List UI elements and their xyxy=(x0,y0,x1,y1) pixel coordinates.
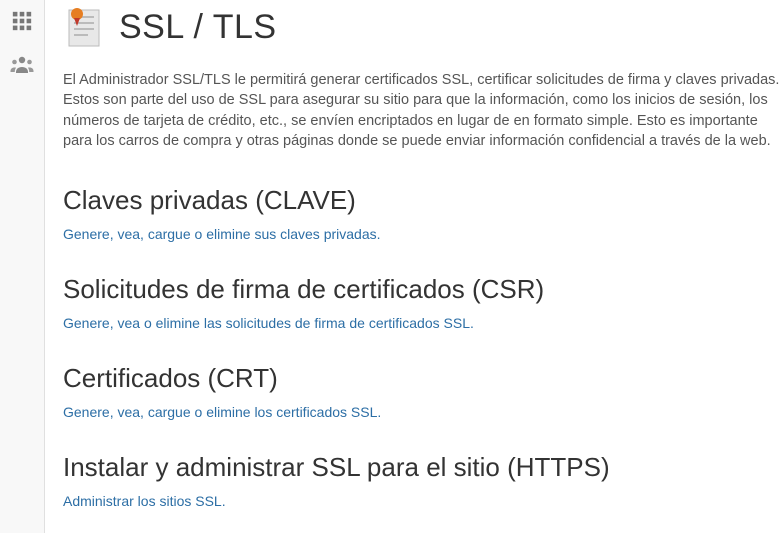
section-heading: Instalar y administrar SSL para el sitio… xyxy=(63,452,783,483)
section-heading: Solicitudes de firma de certificados (CS… xyxy=(63,274,783,305)
ssl-certificate-icon xyxy=(63,6,105,48)
sidebar xyxy=(0,0,45,533)
csr-link[interactable]: Genere, vea o elimine las solicitudes de… xyxy=(63,315,474,331)
section-certificates: Certificados (CRT) Genere, vea, cargue o… xyxy=(63,363,783,422)
certificates-link[interactable]: Genere, vea, cargue o elimine los certif… xyxy=(63,404,381,420)
page-title: SSL / TLS xyxy=(119,8,277,47)
section-private-keys: Claves privadas (CLAVE) Genere, vea, car… xyxy=(63,185,783,244)
apps-grid-icon[interactable] xyxy=(9,8,35,34)
main-content: SSL / TLS El Administrador SSL/TLS le pe… xyxy=(45,0,783,533)
section-heading: Certificados (CRT) xyxy=(63,363,783,394)
install-ssl-link[interactable]: Administrar los sitios SSL. xyxy=(63,493,226,509)
users-icon[interactable] xyxy=(9,52,35,78)
title-row: SSL / TLS xyxy=(63,6,783,48)
section-install-ssl: Instalar y administrar SSL para el sitio… xyxy=(63,452,783,511)
section-heading: Claves privadas (CLAVE) xyxy=(63,185,783,216)
private-keys-link[interactable]: Genere, vea, cargue o elimine sus claves… xyxy=(63,226,381,242)
page-description: El Administrador SSL/TLS le permitirá ge… xyxy=(63,70,783,151)
section-csr: Solicitudes de firma de certificados (CS… xyxy=(63,274,783,333)
